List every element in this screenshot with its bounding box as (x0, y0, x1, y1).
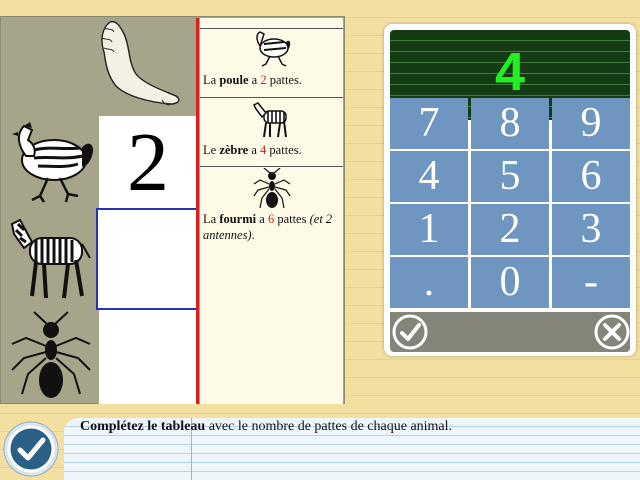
validate-button[interactable] (2, 420, 60, 478)
ant-info-animal: fourmi (219, 212, 257, 226)
ant-info-suffix: pattes (274, 212, 310, 226)
numeric-keypad: 4 7 8 9 4 5 6 1 2 3 . 0 - (384, 24, 636, 356)
hen-legs-value: 2 (127, 116, 169, 209)
key-2[interactable]: 2 (471, 204, 549, 255)
key-4[interactable]: 4 (390, 151, 468, 202)
zebra-legs-answer-box[interactable] (96, 208, 198, 310)
key-7[interactable]: 7 (390, 98, 468, 149)
hen-image (4, 120, 96, 206)
foot-image (92, 18, 184, 114)
key-1[interactable]: 1 (390, 204, 468, 255)
key-3[interactable]: 3 (552, 204, 630, 255)
margin-line (196, 18, 199, 404)
zebra-info-suffix: pattes. (266, 143, 302, 157)
key-9[interactable]: 9 (552, 98, 630, 149)
cross-circle-icon[interactable] (594, 314, 630, 350)
info-panel: La poule a 2 pattes. Le zèbre a 4 pattes… (200, 18, 343, 404)
key-minus[interactable]: - (552, 257, 630, 308)
hen-icon (250, 30, 292, 68)
ant-icon (252, 168, 292, 210)
keypad-action-bar (390, 312, 630, 352)
zebra-icon (252, 99, 292, 139)
zebra-info-prefix: Le (203, 143, 220, 157)
key-6[interactable]: 6 (552, 151, 630, 202)
instruction-rest: avec le nombre de pattes de chaque anima… (205, 419, 453, 434)
divider (200, 97, 343, 98)
instruction-text: Complétez le tableau avec le nombre de p… (80, 418, 452, 436)
ant-info: La fourmi a 6 pattes (et 2 antennes). (203, 211, 343, 243)
validate-check-icon (3, 421, 59, 477)
ant-info-prefix: La (203, 212, 220, 226)
divider (200, 166, 343, 167)
zebra-info: Le zèbre a 4 pattes. (203, 142, 343, 158)
hen-info: La poule a 2 pattes. (203, 72, 343, 88)
hen-info-suffix: pattes. (266, 73, 302, 87)
key-decimal[interactable]: . (390, 257, 468, 308)
instruction-bold: Complétez le tableau (80, 419, 206, 434)
zebra-info-mid: a (248, 143, 261, 157)
zebra-info-animal: zèbre (219, 143, 249, 157)
key-5[interactable]: 5 (471, 151, 549, 202)
divider (200, 28, 343, 29)
ant-info-end: . (251, 228, 255, 242)
check-circle-icon[interactable] (392, 314, 428, 350)
hen-info-animal: poule (219, 73, 249, 87)
hen-info-prefix: La (203, 73, 220, 87)
ant-image (6, 310, 96, 402)
key-8[interactable]: 8 (471, 98, 549, 149)
ant-info-mid: a (256, 212, 268, 226)
zebra-image (6, 210, 94, 306)
hen-info-mid: a (248, 73, 261, 87)
key-0[interactable]: 0 (471, 257, 549, 308)
